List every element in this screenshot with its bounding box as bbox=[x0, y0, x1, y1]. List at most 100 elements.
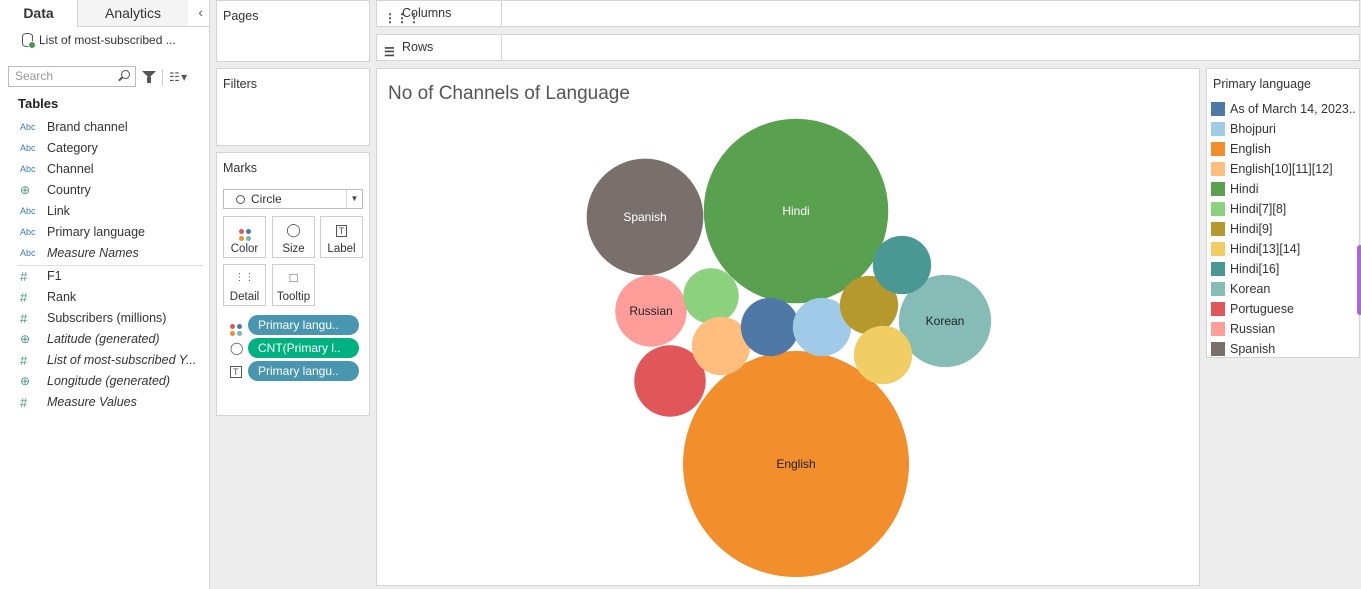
label-pill[interactable]: Primary langu.. bbox=[248, 361, 359, 381]
field-f1[interactable]: # F1 bbox=[20, 266, 62, 287]
view-options-icon[interactable]: ☷ ▾ bbox=[169, 70, 187, 84]
legend-label: Hindi bbox=[1230, 182, 1259, 196]
circle-icon bbox=[236, 194, 245, 204]
bubble-chart[interactable]: English Hindi Spanish Korean Russian bbox=[377, 69, 1200, 586]
tooltip-button[interactable]: □ Tooltip bbox=[272, 264, 315, 306]
scrollbar[interactable] bbox=[1357, 245, 1361, 315]
legend-label: Bhojpuri bbox=[1230, 122, 1276, 136]
color-button[interactable]: Color bbox=[223, 216, 266, 258]
size-button[interactable]: ◯ Size bbox=[272, 216, 315, 258]
columns-shelf[interactable]: ⋮⋮⋮ Columns bbox=[376, 0, 1360, 27]
bubble-as-of-march-14-2023[interactable] bbox=[740, 297, 800, 357]
string-type-icon: Abc bbox=[20, 248, 36, 258]
legend-swatch bbox=[1211, 262, 1225, 276]
label-icon: T bbox=[321, 217, 362, 239]
bubble-label: Hindi bbox=[782, 204, 809, 218]
field-channel[interactable]: Abc Channel bbox=[20, 159, 94, 180]
string-type-icon: Abc bbox=[20, 206, 36, 216]
field-name: Country bbox=[47, 183, 91, 197]
filters-card[interactable]: Filters bbox=[216, 68, 370, 146]
chevron-left-icon[interactable]: ‹ bbox=[198, 4, 203, 20]
legend-item[interactable]: Spanish bbox=[1211, 339, 1275, 359]
legend-label: English[10][11][12] bbox=[1230, 162, 1333, 176]
datasource-name: List of most-subscribed ... bbox=[39, 33, 176, 47]
field-link[interactable]: Abc Link bbox=[20, 201, 70, 222]
legend-item[interactable]: English[10][11][12] bbox=[1211, 159, 1333, 179]
rows-icon: ☰ bbox=[384, 45, 395, 59]
legend-item[interactable]: English bbox=[1211, 139, 1271, 159]
legend-item[interactable]: Hindi[7][8] bbox=[1211, 199, 1286, 219]
marks-title: Marks bbox=[223, 161, 258, 175]
divider bbox=[18, 265, 204, 266]
measure-type-icon: # bbox=[20, 311, 28, 326]
legend-swatch bbox=[1211, 222, 1225, 236]
measure-type-icon: # bbox=[20, 395, 28, 410]
measure-type-icon: # bbox=[20, 290, 28, 305]
legend-item[interactable]: Hindi[16] bbox=[1211, 259, 1279, 279]
bubble-hindi-13-14[interactable] bbox=[853, 325, 913, 385]
pages-title: Pages bbox=[223, 9, 259, 23]
field-name: Rank bbox=[47, 290, 77, 304]
field-name: Link bbox=[47, 204, 70, 218]
legend-item[interactable]: Hindi[13][14] bbox=[1211, 239, 1300, 259]
legend-title: Primary language bbox=[1213, 77, 1311, 91]
chevron-down-icon: ▼ bbox=[346, 190, 362, 208]
legend-swatch bbox=[1211, 242, 1225, 256]
label-button[interactable]: T Label bbox=[320, 216, 363, 258]
legend-item[interactable]: Russian bbox=[1211, 319, 1275, 339]
legend-item[interactable]: Korean bbox=[1211, 279, 1270, 299]
color-pill[interactable]: Primary langu.. bbox=[248, 315, 359, 335]
datasource-item[interactable]: List of most-subscribed ... bbox=[22, 33, 176, 49]
data-pane-tabs: Data Analytics ‹ bbox=[0, 0, 209, 28]
search-input[interactable]: Search bbox=[8, 66, 136, 87]
bubble-hindi-7-8[interactable] bbox=[683, 268, 739, 324]
field-measure-names[interactable]: Abc Measure Names bbox=[20, 243, 139, 264]
detail-icon: ⋮⋮ bbox=[234, 272, 255, 283]
field-brand-channel[interactable]: Abc Brand channel bbox=[20, 117, 128, 138]
tab-data[interactable]: Data bbox=[0, 0, 78, 28]
filter-icon[interactable] bbox=[142, 70, 156, 84]
legend-item[interactable]: Hindi bbox=[1211, 179, 1259, 199]
color-legend: Primary language As of March 14, 2023.. B… bbox=[1206, 68, 1360, 358]
field-latitude-generated[interactable]: ⊕ Latitude (generated) bbox=[20, 329, 160, 350]
size-icon: ◯ bbox=[286, 222, 301, 237]
size-label: Size bbox=[282, 243, 305, 255]
string-type-icon: Abc bbox=[20, 143, 36, 153]
viz-canvas[interactable]: No of Channels of Language English Hindi S… bbox=[376, 68, 1200, 586]
legend-item[interactable]: Portuguese bbox=[1211, 299, 1294, 319]
size-pill[interactable]: CNT(Primary l.. bbox=[248, 338, 359, 358]
field-name: Category bbox=[47, 141, 98, 155]
pages-card[interactable]: Pages bbox=[216, 0, 370, 62]
rows-label: Rows bbox=[402, 40, 434, 54]
color-icon bbox=[230, 318, 244, 336]
rows-shelf-label: ☰ Rows bbox=[377, 35, 502, 60]
field-primary-language[interactable]: Abc Primary language bbox=[20, 222, 145, 243]
field-name: Measure Values bbox=[47, 395, 137, 409]
tab-analytics[interactable]: Analytics bbox=[78, 0, 188, 27]
field-list-of-most-subscribed-y[interactable]: # List of most-subscribed Y... bbox=[20, 350, 196, 371]
field-name: Primary language bbox=[47, 225, 145, 239]
legend-label: Russian bbox=[1230, 322, 1276, 336]
legend-swatch bbox=[1211, 282, 1225, 296]
legend-label: As of March 14, 2023.. bbox=[1230, 102, 1356, 116]
legend-label: English bbox=[1230, 142, 1271, 156]
legend-item[interactable]: Bhojpuri bbox=[1211, 119, 1276, 139]
legend-item[interactable]: Hindi[9] bbox=[1211, 219, 1272, 239]
mark-type-dropdown[interactable]: Circle ▼ bbox=[223, 189, 363, 209]
bubble-hindi-16[interactable] bbox=[872, 235, 932, 295]
field-rank[interactable]: # Rank bbox=[20, 287, 76, 308]
legend-label: Hindi[7][8] bbox=[1230, 202, 1287, 216]
field-name: List of most-subscribed Y... bbox=[47, 353, 197, 367]
rows-shelf[interactable]: ☰ Rows bbox=[376, 34, 1360, 61]
field-longitude-generated[interactable]: ⊕ Longitude (generated) bbox=[20, 371, 170, 392]
field-category[interactable]: Abc Category bbox=[20, 138, 98, 159]
field-country[interactable]: ⊕ Country bbox=[20, 180, 91, 201]
field-measure-values[interactable]: # Measure Values bbox=[20, 392, 137, 413]
legend-item[interactable]: As of March 14, 2023.. bbox=[1211, 99, 1356, 119]
datasource-icon bbox=[22, 33, 36, 49]
field-subscribers-millions[interactable]: # Subscribers (millions) bbox=[20, 308, 166, 329]
size-icon: ◯ bbox=[230, 341, 244, 355]
tables-heading: Tables bbox=[18, 96, 59, 111]
string-type-icon: Abc bbox=[20, 227, 36, 237]
detail-button[interactable]: ⋮⋮ Detail bbox=[223, 264, 266, 306]
